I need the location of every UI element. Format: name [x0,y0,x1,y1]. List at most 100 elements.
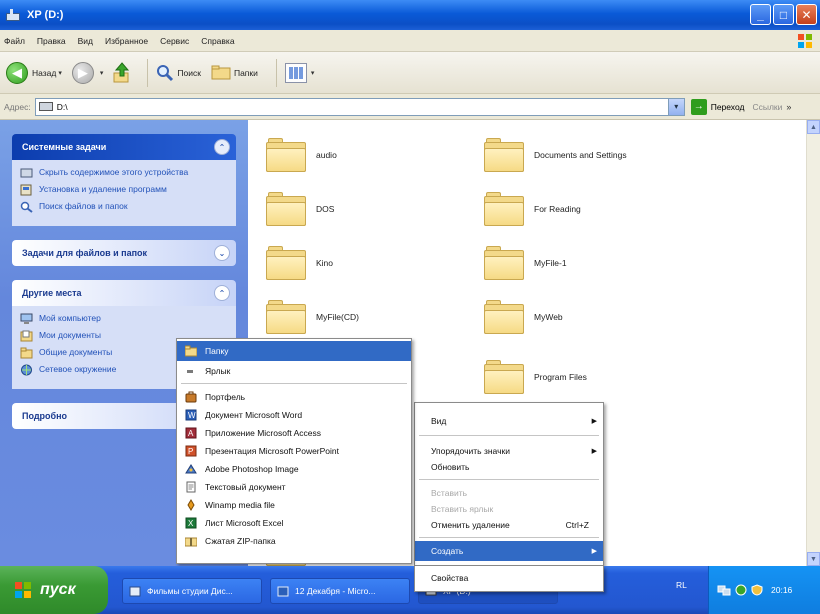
menu-item-view[interactable]: Вид ▶ [415,411,603,431]
link-label: Поиск файлов и папок [39,201,128,211]
back-dropdown-icon[interactable]: ▾ [58,69,62,77]
submenu-item-briefcase[interactable]: Портфель [177,387,411,407]
clock[interactable]: 20:16 [771,585,792,595]
back-button[interactable]: ◀ Назад ▾ [6,61,62,84]
documents-folder-icon [20,330,33,342]
folder-label: Program Files [534,372,587,382]
folder-label: MyWeb [534,312,563,322]
views-dropdown-icon[interactable]: ▾ [311,69,315,77]
scroll-down-button[interactable]: ▼ [807,552,820,566]
submenu-item-shortcut[interactable]: Ярлык [177,361,411,381]
system-tasks-header[interactable]: Системные задачи ⌃ [12,134,236,160]
folder-icon [266,300,306,334]
scroll-up-button[interactable]: ▲ [807,120,820,134]
close-button[interactable]: ✕ [796,4,817,25]
go-arrow-icon[interactable]: → [690,98,707,115]
folder-myfile-cd[interactable]: MyFile(CD) [266,300,359,334]
address-bar: Адрес: D:\ ▾ → Переход Ссылки » [0,94,820,120]
taskbar-item-0[interactable]: Фильмы студии Дис... [122,578,262,604]
folders-button[interactable]: Папки [211,65,258,80]
collapse-chevron-icon[interactable]: ⌃ [214,285,230,301]
search-button[interactable]: Поиск [156,64,201,82]
submenu-item-photoshop[interactable]: Adobe Photoshop Image [177,459,411,479]
folder-documents-and-settings[interactable]: Documents and Settings [484,138,627,172]
submenu-item-text-document[interactable]: Текстовый документ [177,477,411,497]
hide-drive-contents-link[interactable]: Скрыть содержимое этого устройства [20,167,228,179]
shield-tray-icon[interactable] [751,584,763,596]
menu-item-label: Папку [205,346,229,356]
add-remove-programs-link[interactable]: Установка и удаление программ [20,184,228,196]
folder-icon [185,345,197,357]
menu-item-refresh[interactable]: Обновить [415,457,603,477]
system-tasks-title: Системные задачи [22,142,107,152]
minimize-button[interactable]: _ [750,4,771,25]
submenu-item-folder[interactable]: Папку [177,341,411,361]
submenu-item-zip[interactable]: Сжатая ZIP-папка [177,531,411,551]
folder-kino[interactable]: Kino [266,246,333,280]
link-label: Мой компьютер [39,313,101,323]
views-button[interactable]: ▾ [284,62,315,83]
menu-item-label: Вид [431,416,447,426]
submenu-item-powerpoint[interactable]: P Презентация Microsoft PowerPoint [177,441,411,461]
submenu-arrow-icon: ▶ [591,448,597,455]
address-input[interactable]: D:\ ▾ [34,97,685,116]
folder-dos[interactable]: DOS [266,192,334,226]
menu-favorites[interactable]: Избранное [105,36,148,46]
links-button[interactable]: Ссылки [752,102,782,112]
my-computer-link[interactable]: Мой компьютер [20,313,228,325]
file-tasks-header[interactable]: Задачи для файлов и папок ⌄ [12,240,236,266]
maximize-button[interactable]: □ [773,4,794,25]
title-bar[interactable]: XP (D:) _ □ ✕ [0,0,820,30]
search-files-link[interactable]: Поиск файлов и папок [20,201,228,213]
folder-myweb[interactable]: MyWeb [484,300,563,334]
windows-logo-icon [798,34,812,48]
zip-folder-icon [185,537,197,547]
system-tasks-panel: Системные задачи ⌃ Скрыть содержимое это… [12,134,236,226]
folder-audio[interactable]: audio [266,138,337,172]
network-tray-icon[interactable] [717,584,731,596]
taskbar-item-1[interactable]: 12 Декабря - Micro... [270,578,410,604]
menu-item-label: Вставить [431,488,468,498]
menu-tools[interactable]: Сервис [160,36,189,46]
views-icon [284,62,307,83]
collapse-chevron-icon[interactable]: ⌃ [214,139,230,155]
folder-for-reading[interactable]: For Reading [484,192,581,226]
folder-program-files[interactable]: Program Files [484,360,587,394]
text-document-icon [186,481,196,493]
links-more-icon[interactable]: » [786,102,791,112]
standard-toolbar: ◀ Назад ▾ ▶ ▾ Поиск Папки ▾ [0,52,820,94]
go-button[interactable]: Переход [711,102,745,112]
menu-item-create[interactable]: Создать ▶ [415,541,603,561]
menu-file[interactable]: Файл [4,36,25,46]
details-title: Подробно [22,411,68,421]
other-places-header[interactable]: Другие места ⌃ [12,280,236,306]
menu-help[interactable]: Справка [201,36,234,46]
menu-view[interactable]: Вид [78,36,93,46]
up-folder-icon[interactable] [113,61,131,84]
folder-label: Documents and Settings [534,150,627,160]
folder-myfile-1[interactable]: MyFile-1 [484,246,567,280]
forward-button[interactable]: ▶ ▾ [71,61,104,84]
expand-chevron-icon[interactable]: ⌄ [214,245,230,261]
vertical-scrollbar[interactable]: ▲ ▼ [806,120,820,566]
context-menu-bottom: Свойства [414,566,604,592]
folder-icon [484,360,524,394]
svg-text:W: W [188,411,196,420]
globe-tray-icon[interactable] [735,584,747,596]
menu-edit[interactable]: Правка [37,36,66,46]
menu-item-properties[interactable]: Свойства [415,568,603,588]
submenu-item-word[interactable]: W Документ Microsoft Word [177,405,411,425]
forward-dropdown-icon[interactable]: ▾ [100,69,104,77]
language-indicator[interactable]: RL [676,580,687,590]
start-button[interactable]: пуск [0,566,108,614]
word-document-icon [277,586,289,596]
shortcut-label: Ctrl+Z [565,520,589,530]
submenu-item-excel[interactable]: X Лист Microsoft Excel [177,513,411,533]
folder-label: MyFile(CD) [316,312,359,322]
system-tray: 20:16 [708,566,820,614]
submenu-item-winamp[interactable]: Winamp media file [177,495,411,515]
briefcase-icon [185,391,197,403]
menu-item-undo-delete[interactable]: Отменить удаление Ctrl+Z [415,515,603,535]
address-dropdown-icon[interactable]: ▾ [667,98,684,115]
submenu-item-access[interactable]: A Приложение Microsoft Access [177,423,411,443]
